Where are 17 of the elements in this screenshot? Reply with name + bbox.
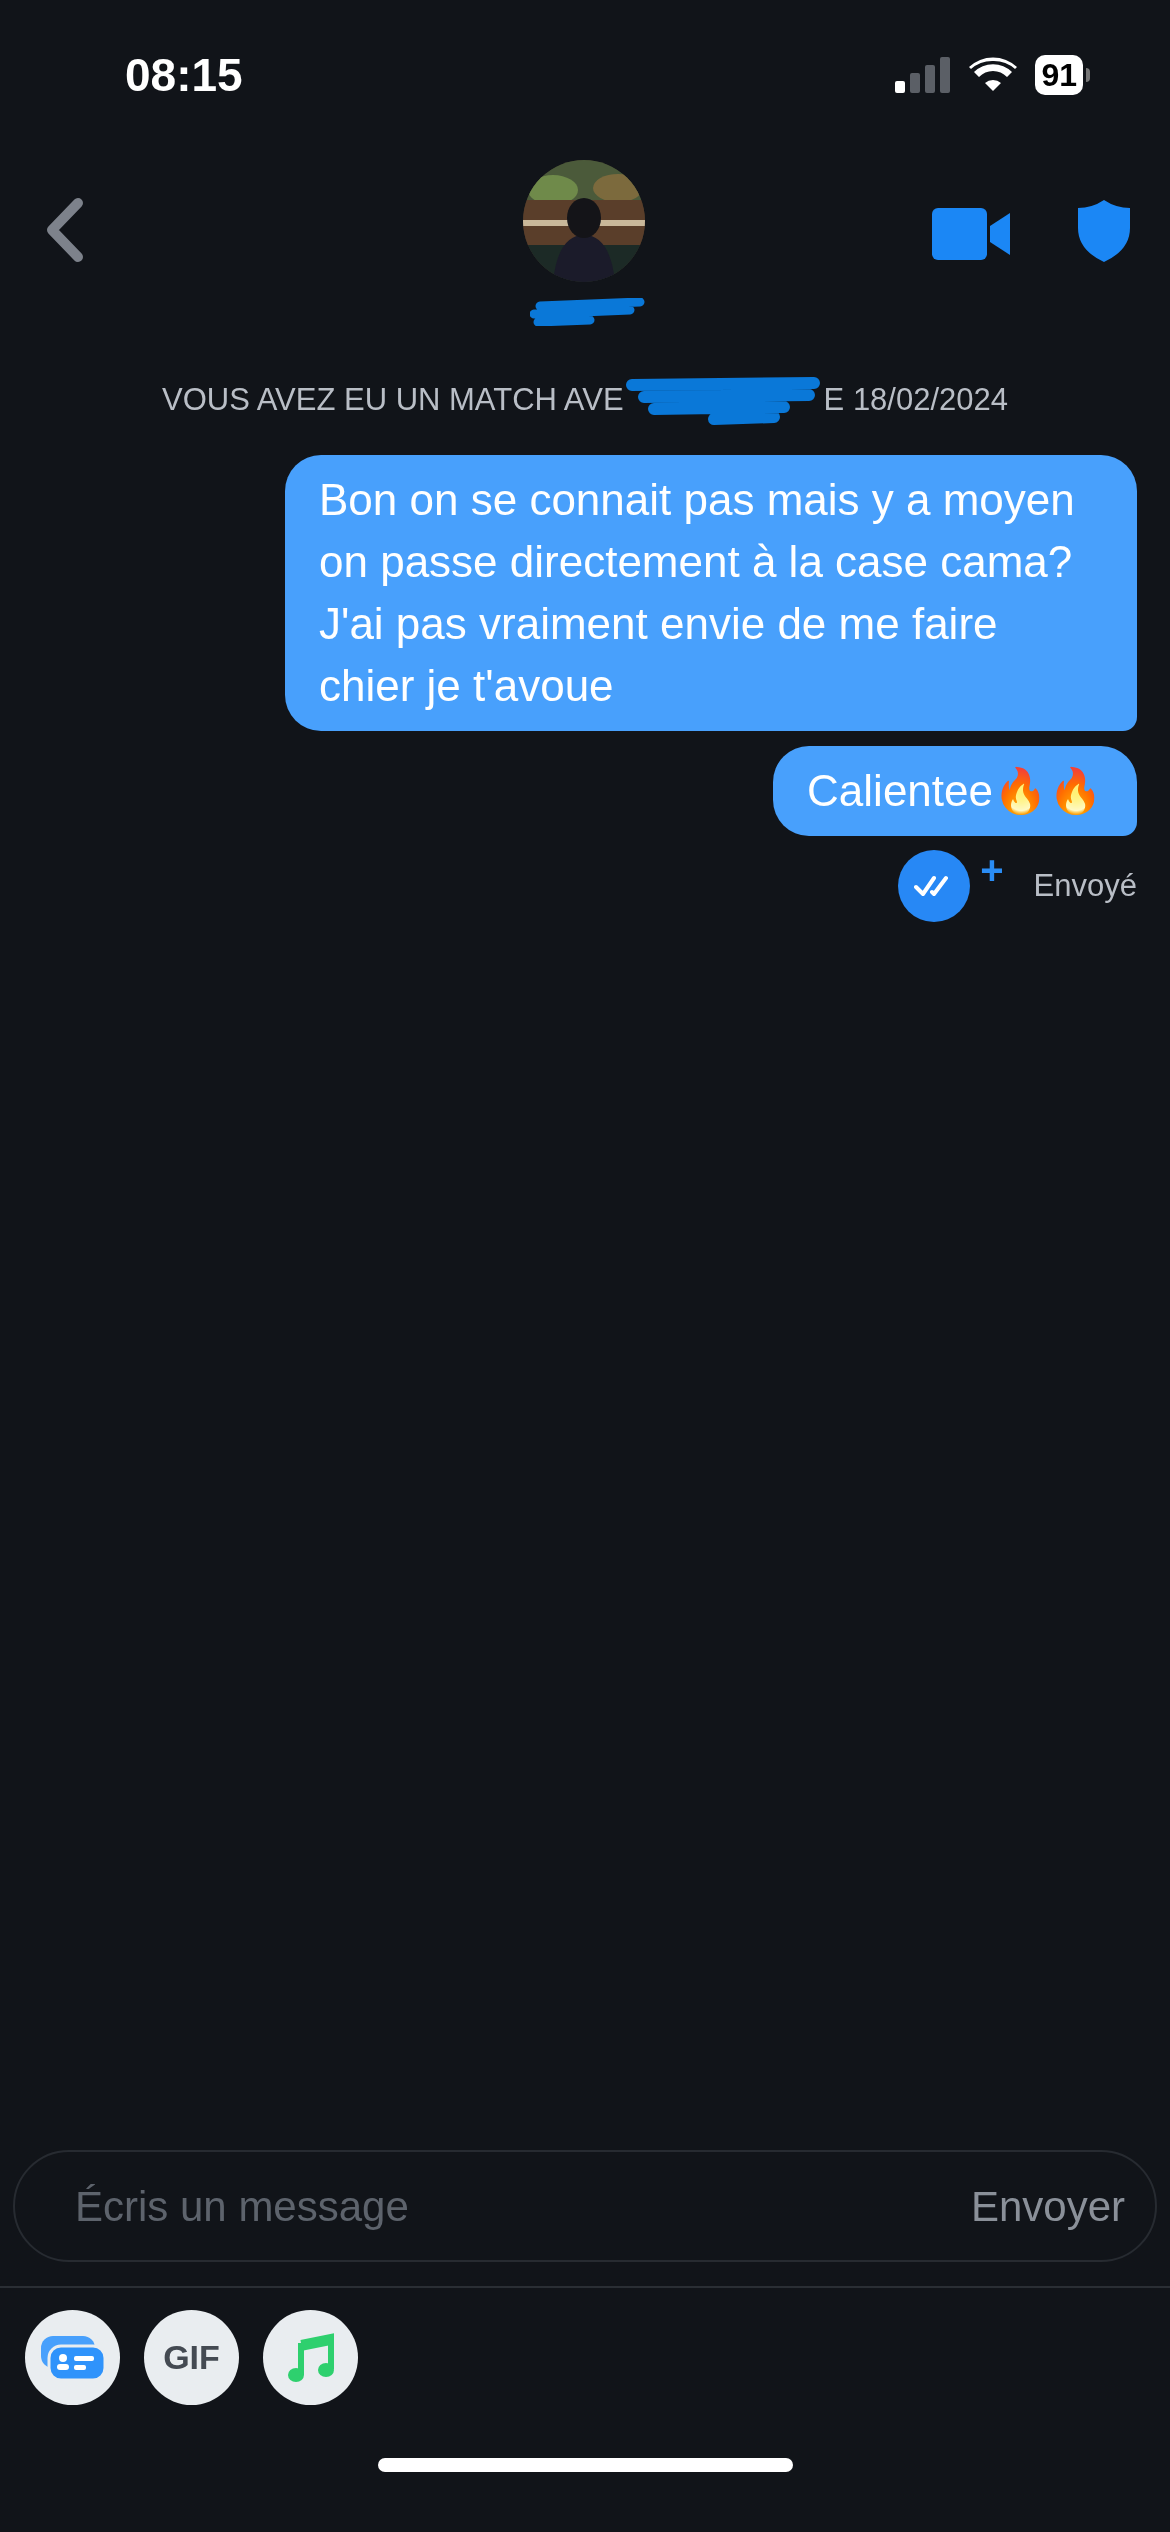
message-bubble: Calientee🔥🔥 [773, 746, 1137, 836]
wifi-icon [969, 57, 1018, 93]
music-note-icon [286, 2332, 335, 2383]
plus-text: + [980, 847, 1004, 894]
safety-shield-button[interactable] [1078, 200, 1130, 262]
video-call-button[interactable] [932, 208, 1012, 260]
signal-icon [895, 57, 952, 93]
send-button[interactable]: Envoyer [970, 2174, 1125, 2238]
match-notice-text: VOUS AVEZ EU UN MATCH AVE [161, 380, 624, 419]
match-notice-text: E 18/02/2024 [823, 380, 1009, 419]
message-input-field[interactable]: Écris un message Envoyer [13, 2150, 1157, 2262]
status-time: 08:15 [125, 47, 243, 103]
message-bubble: Bon on se connait pas mais y a moyen on passe directement à la case cama? J'ai pas vraiment envie de me faire chier je t'avoue [285, 455, 1137, 731]
chat-card-icon [40, 2335, 105, 2380]
gif-button[interactable]: GIF [144, 2310, 239, 2405]
battery-indicator: 91 [1035, 55, 1083, 95]
sent-status: Envoyé [1033, 866, 1137, 905]
